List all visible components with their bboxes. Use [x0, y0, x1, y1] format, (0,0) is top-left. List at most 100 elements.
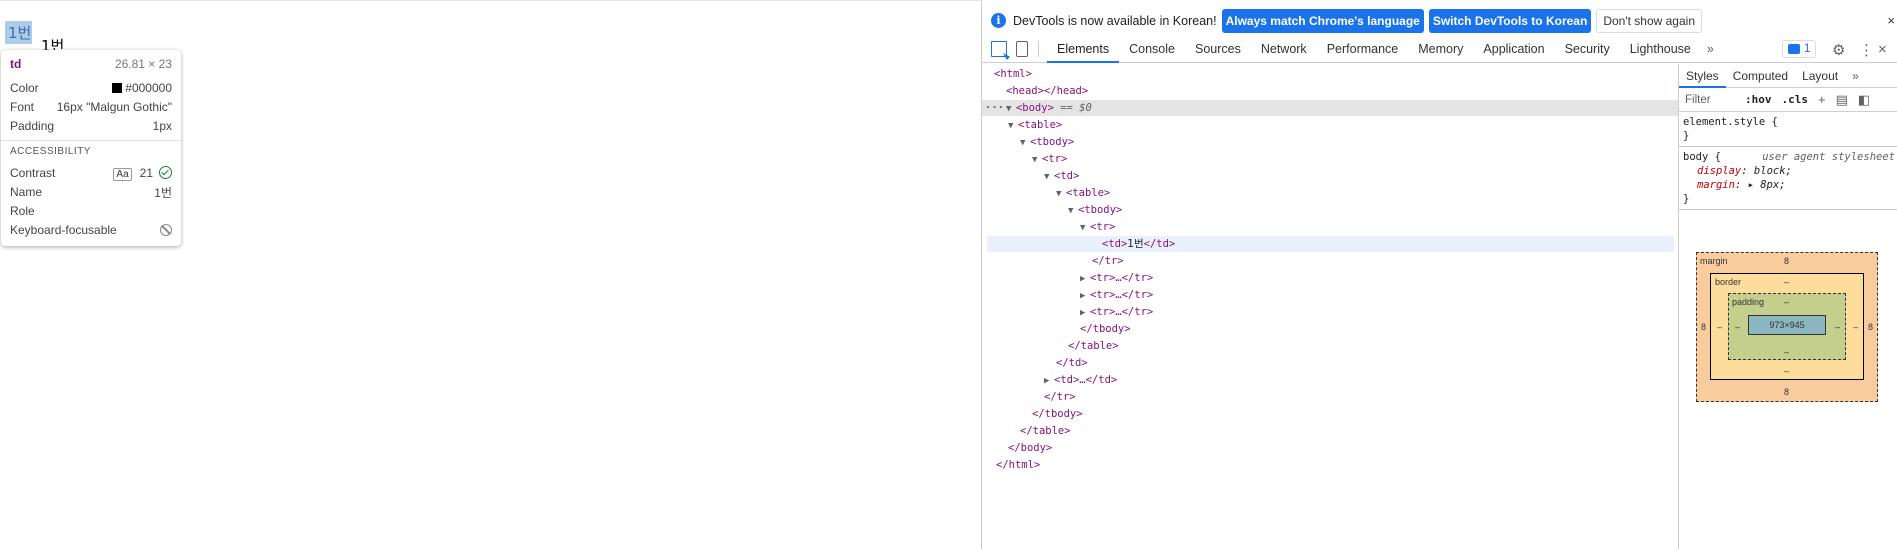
tooltip-font-value: 16px "Malgun Gothic" — [56, 100, 172, 114]
tree-node-td[interactable]: ▼ <td> — [1044, 168, 1079, 184]
more-tabs-icon[interactable]: » — [1701, 36, 1720, 63]
tab-computed[interactable]: Computed — [1726, 64, 1795, 88]
padding-right-value[interactable]: – — [1835, 322, 1840, 332]
tab-security[interactable]: Security — [1555, 36, 1620, 63]
expand-triangle-icon[interactable]: ▼ — [1080, 220, 1090, 236]
inspect-element-icon[interactable] — [991, 41, 1007, 57]
tab-performance[interactable]: Performance — [1317, 36, 1409, 63]
tooltip-tag: td — [10, 57, 22, 71]
tooltip-size: 26.81 × 23 — [114, 57, 172, 71]
element-style-rule: element.style { } — [1679, 112, 1897, 147]
sidepane-tabbar: Styles Computed Layout » — [1679, 64, 1897, 88]
expand-triangle-icon[interactable]: ▼ — [1008, 118, 1018, 134]
element-style-selector[interactable]: element.style { — [1683, 115, 1897, 129]
padding-left-value[interactable]: – — [1735, 322, 1740, 332]
tree-node-tbody-close[interactable]: </tbody> — [1032, 406, 1083, 422]
node-actions-icon[interactable]: ··· — [985, 102, 1004, 114]
collapsed-triangle-icon[interactable]: ▶ — [1044, 373, 1054, 389]
switch-to-korean-button[interactable]: Switch DevTools to Korean — [1428, 8, 1592, 33]
dont-show-again-button[interactable]: Don't show again — [1596, 8, 1702, 33]
new-style-rule-icon[interactable]: + — [1818, 92, 1826, 107]
tab-sources[interactable]: Sources — [1185, 36, 1251, 63]
border-right-value[interactable]: – — [1853, 322, 1858, 332]
tree-node-tr-collapsed[interactable]: ▶ <tr>…</tr> — [1080, 287, 1153, 303]
tree-node-table[interactable]: ▼ <table> — [1008, 117, 1062, 133]
issues-icon — [1788, 44, 1800, 54]
color-swatch-icon — [112, 83, 123, 93]
css-property[interactable]: display — [1683, 165, 1741, 177]
collapsed-triangle-icon[interactable]: ▶ — [1080, 288, 1090, 304]
expand-triangle-icon[interactable]: ▼ — [1068, 203, 1078, 219]
issues-count: 1 — [1804, 43, 1811, 55]
tab-memory[interactable]: Memory — [1408, 36, 1473, 63]
tree-node-td-close[interactable]: </td> — [1056, 355, 1088, 371]
always-match-language-button[interactable]: Always match Chrome's language — [1221, 8, 1424, 33]
css-property[interactable]: margin — [1683, 179, 1735, 191]
margin-bottom-value[interactable]: 8 — [1784, 387, 1789, 397]
tree-node-head[interactable]: <head></head> — [1006, 83, 1088, 99]
margin-top-value[interactable]: 8 — [1784, 256, 1789, 266]
border-left-value[interactable]: – — [1717, 322, 1722, 332]
tree-node-tr-close[interactable]: </tr> — [1044, 389, 1076, 405]
collapsed-triangle-icon[interactable]: ▶ — [1080, 305, 1090, 321]
hover-state-button[interactable]: :hov — [1745, 93, 1772, 106]
body-selector[interactable]: body { — [1683, 151, 1721, 163]
border-bottom-value[interactable]: – — [1784, 366, 1789, 376]
tooltip-color-label: Color — [10, 81, 39, 95]
tab-console[interactable]: Console — [1119, 36, 1185, 63]
padding-bottom-value[interactable]: – — [1784, 347, 1789, 357]
language-infobar: i DevTools is now available in Korean! A… — [982, 5, 1897, 36]
issues-counter-button[interactable]: 1 — [1782, 40, 1817, 58]
expand-triangle-icon[interactable]: ▼ — [1032, 152, 1042, 168]
collapsed-triangle-icon[interactable]: ▶ — [1080, 271, 1090, 287]
expand-triangle-icon[interactable]: ▼ — [1056, 186, 1066, 202]
margin-right-value[interactable]: 8 — [1868, 322, 1873, 332]
tree-node-html[interactable]: <html> — [994, 66, 1032, 82]
paint-brush-icon[interactable]: ▤ — [1836, 92, 1848, 108]
tab-application[interactable]: Application — [1473, 36, 1554, 63]
close-devtools-icon[interactable]: × — [1878, 41, 1887, 58]
css-value[interactable]: block; — [1754, 165, 1792, 177]
css-value[interactable]: 8px; — [1760, 179, 1785, 191]
padding-top-value[interactable]: – — [1784, 297, 1789, 307]
tree-node-html-close[interactable]: </html> — [996, 457, 1040, 473]
tree-node-body[interactable]: ··· ▼ <body> == $0 — [982, 100, 1678, 116]
more-sidepane-tabs-icon[interactable]: » — [1845, 64, 1866, 88]
tree-node-table-close[interactable]: </table> — [1020, 423, 1071, 439]
class-toggle-button[interactable]: .cls — [1782, 93, 1809, 106]
tree-node-tr[interactable]: ▼ <tr> — [1032, 151, 1067, 167]
tree-node-inner-tbody-close[interactable]: </tbody> — [1080, 321, 1131, 337]
device-toolbar-icon[interactable] — [1016, 41, 1028, 57]
styles-filter-input[interactable]: Filter — [1685, 94, 1735, 106]
close-infobar-icon[interactable]: × — [1887, 13, 1895, 28]
devtools-panel: i DevTools is now available in Korean! A… — [981, 0, 1897, 549]
tree-node-tr-collapsed[interactable]: ▶ <tr>…</tr> — [1080, 304, 1153, 320]
tree-node-tr-close[interactable]: </tr> — [1092, 253, 1124, 269]
settings-gear-icon[interactable]: ⚙ — [1832, 41, 1845, 59]
tree-node-tbody[interactable]: ▼ <tbody> — [1020, 134, 1074, 150]
table-cell-text: 1번 — [8, 24, 32, 42]
tooltip-role-label: Role — [10, 204, 35, 218]
expand-triangle-icon[interactable]: ▼ — [1020, 135, 1030, 151]
customize-menu-icon[interactable]: ⋮ — [1859, 41, 1874, 59]
tree-node-inner-table[interactable]: ▼ <table> — [1056, 185, 1110, 201]
expand-triangle-icon[interactable]: ▼ — [1044, 169, 1054, 185]
expand-triangle-icon[interactable]: ▼ — [1006, 101, 1016, 117]
tab-elements[interactable]: Elements — [1047, 36, 1120, 63]
margin-left-value[interactable]: 8 — [1701, 322, 1706, 332]
tab-network[interactable]: Network — [1251, 36, 1317, 63]
styles-sidepane: Styles Computed Layout » Filter :hov .cl… — [1678, 64, 1897, 549]
tab-layout[interactable]: Layout — [1795, 64, 1845, 88]
tab-styles[interactable]: Styles — [1679, 64, 1726, 88]
tree-node-inner-tr[interactable]: ▼ <tr> — [1080, 219, 1115, 235]
tab-lighthouse[interactable]: Lighthouse — [1620, 36, 1701, 63]
toggle-sidebar-icon[interactable]: ◧ — [1858, 92, 1870, 108]
tree-node-td-collapsed[interactable]: ▶ <td>…</td> — [1044, 372, 1117, 388]
tree-node-inner-tbody[interactable]: ▼ <tbody> — [1068, 202, 1122, 218]
box-model-content[interactable]: 973×945 — [1748, 315, 1826, 335]
tree-node-td-text[interactable]: <td>1번</td> — [987, 236, 1674, 252]
tree-node-body-close[interactable]: </body> — [1008, 440, 1052, 456]
border-top-value[interactable]: – — [1784, 277, 1789, 287]
tree-node-tr-collapsed[interactable]: ▶ <tr>…</tr> — [1080, 270, 1153, 286]
tree-node-inner-table-close[interactable]: </table> — [1068, 338, 1119, 354]
